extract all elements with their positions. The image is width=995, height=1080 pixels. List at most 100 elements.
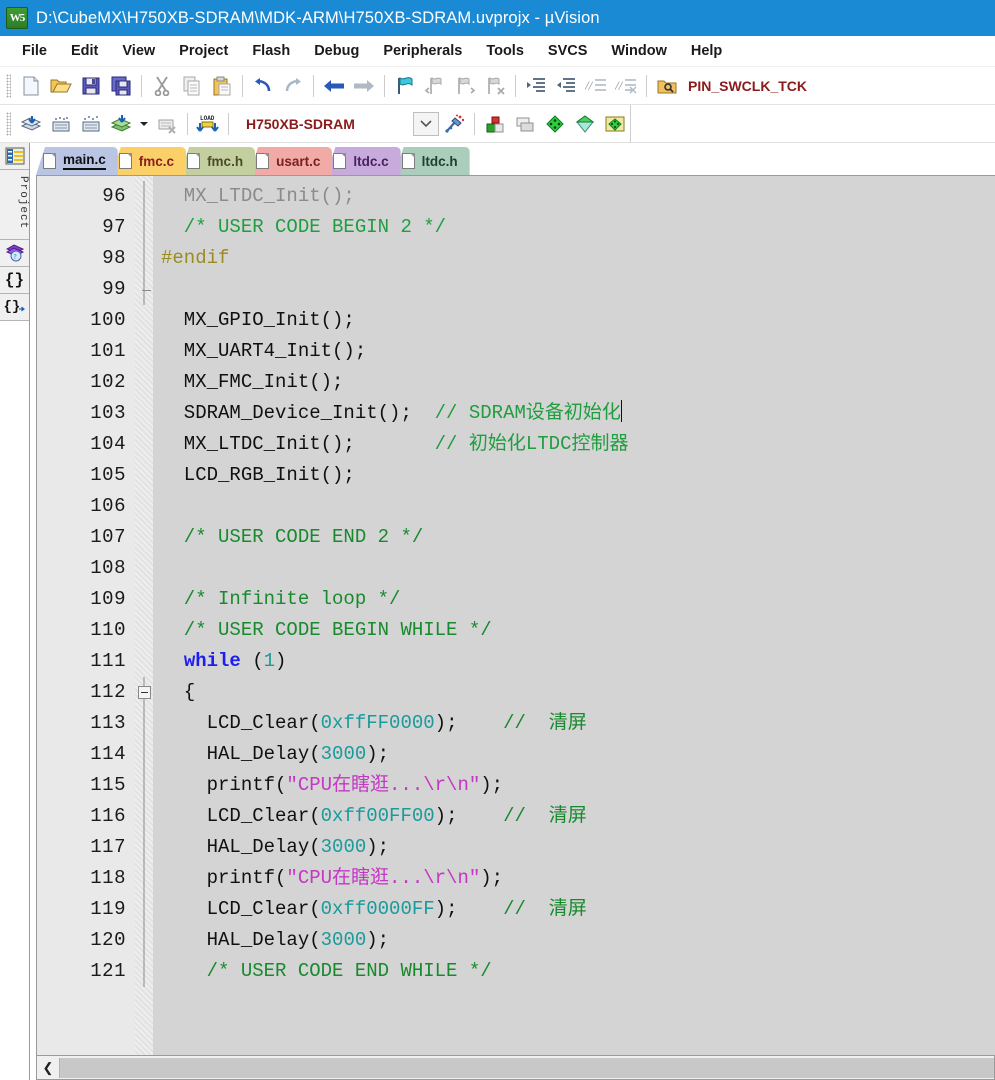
code-line[interactable]: /* USER CODE BEGIN WHILE */ [161,615,995,646]
batch-build-dropdown-icon[interactable] [137,110,151,138]
code-line[interactable]: /* USER CODE BEGIN 2 */ [161,212,995,243]
code-line[interactable]: /* USER CODE END 2 */ [161,522,995,553]
menu-item-svcs[interactable]: SVCS [536,40,600,62]
code-line[interactable] [161,274,995,305]
paste-icon[interactable] [208,72,236,100]
code-line[interactable]: LCD_Clear(0xffFF0000); // 清屏 [161,708,995,739]
toolbar-grip-2[interactable] [6,111,11,136]
code-line[interactable]: HAL_Delay(3000); [161,925,995,956]
menu-item-project[interactable]: Project [167,40,240,62]
code-line[interactable]: MX_LTDC_Init(); // 初始化LTDC控制器 [161,429,995,460]
menu-item-debug[interactable]: Debug [302,40,371,62]
editor-tab-ltdc-c[interactable]: ltdc.c [326,147,401,175]
find-combo-value[interactable]: PIN_SWCLK_TCK [688,78,807,94]
fold-marker[interactable] [135,677,153,708]
target-selector[interactable]: H750XB-SDRAM [238,110,413,137]
functions-braces-icon[interactable]: {} [0,267,29,295]
copy-icon[interactable] [178,72,206,100]
chevron-left-icon[interactable]: ❮ [37,1057,59,1079]
code-folding-margin[interactable] [135,176,153,1055]
toolbar-grip[interactable] [6,73,11,98]
editor-tab-main-c[interactable]: main.c [36,147,118,175]
stop-build-icon[interactable] [153,110,181,138]
insert-bookmark-icon[interactable] [391,72,419,100]
new-file-icon[interactable] [17,72,45,100]
code-line[interactable]: LCD_Clear(0xff00FF00); // 清屏 [161,801,995,832]
fold-marker [135,863,153,894]
code-line[interactable]: printf("CPU在瞎逛...\r\n"); [161,770,995,801]
menu-item-file[interactable]: File [10,40,59,62]
comment-selection-icon[interactable]: // [582,72,610,100]
fold-collapse-box[interactable] [137,686,151,699]
editor-tab-fmc-c[interactable]: fmc.c [111,147,187,175]
code-line[interactable]: LCD_Clear(0xff0000FF); // 清屏 [161,894,995,925]
save-icon[interactable] [77,72,105,100]
save-all-icon[interactable] [107,72,135,100]
clear-bookmarks-icon[interactable] [481,72,509,100]
code-line[interactable]: HAL_Delay(3000); [161,832,995,863]
code-line[interactable]: MX_FMC_Init(); [161,367,995,398]
target-options-icon[interactable] [440,110,468,138]
code-token: ); [480,774,504,796]
configuration-wizard-icon[interactable] [541,110,569,138]
code-editor[interactable]: 96 97 98 99 100 101 102 103 104 105 106 107 108 109 11… [36,175,995,1056]
horizontal-scrollbar[interactable]: ❮ [36,1056,995,1080]
find-in-files-icon[interactable] [653,72,681,100]
scrollbar-track[interactable] [59,1057,994,1078]
fold-marker [135,429,153,460]
menu-item-peripherals[interactable]: Peripherals [371,40,474,62]
menu-item-view[interactable]: View [110,40,167,62]
code-line[interactable]: { [161,677,995,708]
code-line[interactable]: /* USER CODE END WHILE */ [161,956,995,987]
menu-item-window[interactable]: Window [599,40,678,62]
menu-item-tools[interactable]: Tools [474,40,536,62]
code-line[interactable]: MX_UART4_Init(); [161,336,995,367]
indent-left-icon[interactable] [552,72,580,100]
menu-item-help[interactable]: Help [679,40,734,62]
fold-marker [135,646,153,677]
editor-tab-ltdc-h[interactable]: ltdc.h [394,147,470,175]
translate-file-icon[interactable] [17,110,45,138]
manage-multi-project-icon[interactable] [511,110,539,138]
undo-icon[interactable] [249,72,277,100]
batch-build-icon[interactable] [107,110,135,138]
code-line[interactable]: #endif [161,243,995,274]
cut-icon[interactable] [148,72,176,100]
open-file-icon[interactable] [47,72,75,100]
menu-item-edit[interactable]: Edit [59,40,110,62]
project-window-icon[interactable] [0,143,29,170]
pack-installer-icon[interactable] [571,110,599,138]
code-line[interactable]: MX_GPIO_Init(); [161,305,995,336]
code-line[interactable]: LCD_RGB_Init(); [161,460,995,491]
code-line[interactable]: /* Infinite loop */ [161,584,995,615]
file-document-icon [118,153,132,169]
templates-braces-arrow-icon[interactable]: {} [0,294,29,322]
redo-icon[interactable] [279,72,307,100]
manage-project-items-icon[interactable] [481,110,509,138]
manage-run-time-env-icon[interactable] [601,110,629,138]
rebuild-all-icon[interactable] [77,110,105,138]
navigate-backward-icon[interactable] [320,72,348,100]
code-line[interactable] [161,553,995,584]
code-line[interactable] [161,491,995,522]
prev-bookmark-icon[interactable] [421,72,449,100]
download-to-flash-icon[interactable]: LOAD [194,110,222,138]
code-text-area[interactable]: MX_LTDC_Init(); /* USER CODE BEGIN 2 */ #… [153,176,995,1055]
build-target-icon[interactable] [47,110,75,138]
code-line[interactable]: SDRAM_Device_Init(); // SDRAM设备初始化 [161,398,995,429]
editor-tab-usart-c[interactable]: usart.c [249,147,333,175]
books-help-icon[interactable]: ? [0,240,29,268]
line-number: 105 [90,464,126,486]
editor-tab-fmc-h[interactable]: fmc.h [180,147,256,175]
code-line[interactable]: MX_LTDC_Init(); [161,181,995,212]
code-line[interactable]: HAL_Delay(3000); [161,739,995,770]
chevron-down-icon[interactable] [413,111,439,136]
next-bookmark-icon[interactable] [451,72,479,100]
menu-item-flash[interactable]: Flash [240,40,302,62]
indent-right-icon[interactable] [522,72,550,100]
navigate-forward-icon[interactable] [350,72,378,100]
code-line[interactable]: while (1) [161,646,995,677]
uncomment-selection-icon[interactable]: // [612,72,640,100]
code-line[interactable]: printf("CPU在瞎逛...\r\n"); [161,863,995,894]
dock-label-project[interactable]: Project [0,170,29,241]
